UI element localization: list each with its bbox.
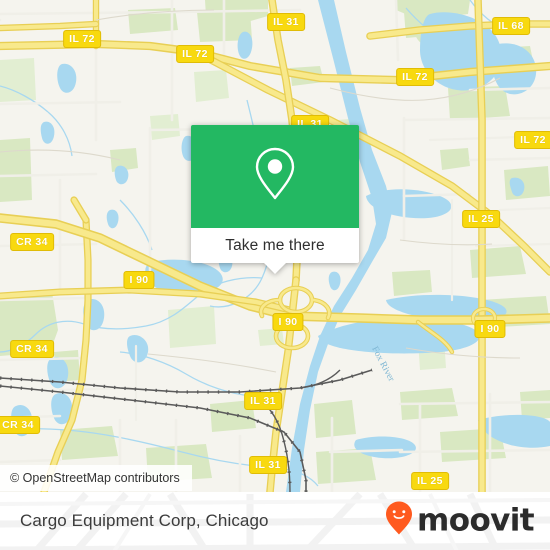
road-shield: CR 34 [0, 416, 40, 434]
map-attribution: © OpenStreetMap contributors [0, 465, 192, 491]
road-shield: IL 31 [267, 13, 305, 31]
road-shield: I 90 [123, 271, 155, 289]
road-shield: CR 34 [10, 340, 54, 358]
bottom-info-bar: Cargo Equipment Corp, Chicago moovit [0, 492, 550, 550]
road-shield: IL 72 [63, 30, 101, 48]
destination-popup-card[interactable]: Take me there [191, 125, 359, 274]
road-shield: IL 31 [244, 392, 282, 410]
road-shield: IL 31 [249, 456, 287, 474]
take-me-there-label: Take me there [225, 236, 325, 254]
road-shield: IL 68 [492, 17, 530, 35]
place-name: Cargo Equipment Corp, Chicago [20, 511, 269, 530]
moovit-smiley-pin-icon [384, 501, 414, 542]
road-shield: IL 25 [462, 210, 500, 228]
road-shield: IL 72 [514, 131, 550, 149]
road-shield: CR 34 [10, 233, 54, 251]
road-shield: I 90 [272, 313, 304, 331]
popup-card-action[interactable]: Take me there [191, 228, 359, 274]
popup-card-header [191, 125, 359, 228]
popup-pointer-tail [264, 263, 286, 274]
road-shield: IL 72 [396, 68, 434, 86]
road-shield: IL 25 [411, 472, 449, 490]
moovit-wordmark: moovit [417, 502, 535, 539]
map-screenshot: .water { fill:#a8d8f0; } .wline { stroke… [0, 0, 550, 550]
map-pin-icon [253, 146, 297, 207]
road-shield: I 90 [474, 320, 506, 338]
moovit-brand[interactable]: moovit [384, 501, 535, 542]
road-shield: IL 72 [176, 45, 214, 63]
